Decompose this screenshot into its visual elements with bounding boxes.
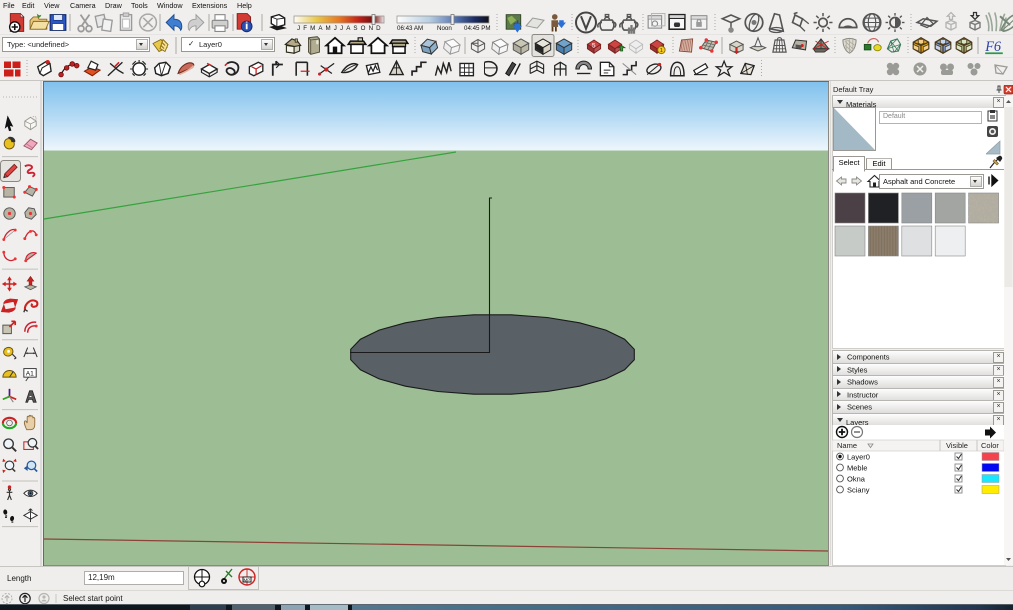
svg-text:Okna: Okna [847, 474, 866, 483]
svg-text:Layer0: Layer0 [847, 452, 870, 461]
svg-text:Meble: Meble [847, 463, 867, 472]
svg-text:MP: MP [244, 578, 251, 583]
svg-text:04:45 PM: 04:45 PM [464, 25, 490, 32]
svg-text:06:43 AM: 06:43 AM [397, 25, 423, 32]
svg-text:A1: A1 [26, 371, 34, 378]
svg-text:Noon: Noon [437, 25, 452, 32]
svg-text:JFMAMJJASOND: JFMAMJJASOND [297, 25, 384, 32]
svg-text:Sciany: Sciany [847, 485, 870, 494]
svg-text:Name: Name [837, 441, 857, 450]
svg-text:Visible: Visible [946, 441, 968, 450]
svg-text:Color: Color [981, 441, 999, 450]
svg-text:5: 5 [592, 43, 596, 50]
svg-text:1: 1 [660, 48, 663, 54]
